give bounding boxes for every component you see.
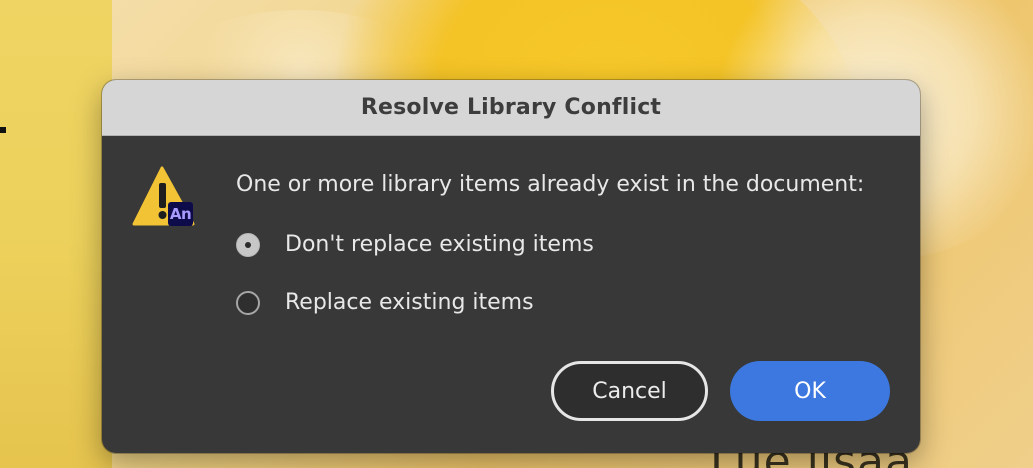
option-label-dont-replace[interactable]: Don't replace existing items [285, 232, 594, 257]
dialog-message: One or more library items already exist … [236, 172, 865, 197]
option-dont-replace[interactable]: Don't replace existing items [236, 232, 594, 257]
dialog-title: Resolve Library Conflict [360, 95, 662, 120]
resolve-library-conflict-dialog: Resolve Library Conflict An One or more … [102, 80, 920, 453]
radio-replace[interactable] [236, 290, 260, 315]
dialog-titlebar[interactable]: Resolve Library Conflict [102, 80, 920, 136]
background-left-panel [0, 0, 112, 468]
option-replace[interactable]: Replace existing items [236, 290, 534, 315]
option-label-replace[interactable]: Replace existing items [285, 290, 534, 315]
cancel-button[interactable]: Cancel [551, 361, 708, 421]
background-mark [0, 127, 6, 133]
ok-button[interactable]: OK [730, 361, 890, 421]
radio-dont-replace[interactable] [236, 232, 260, 257]
animate-app-icon: An [168, 202, 193, 226]
